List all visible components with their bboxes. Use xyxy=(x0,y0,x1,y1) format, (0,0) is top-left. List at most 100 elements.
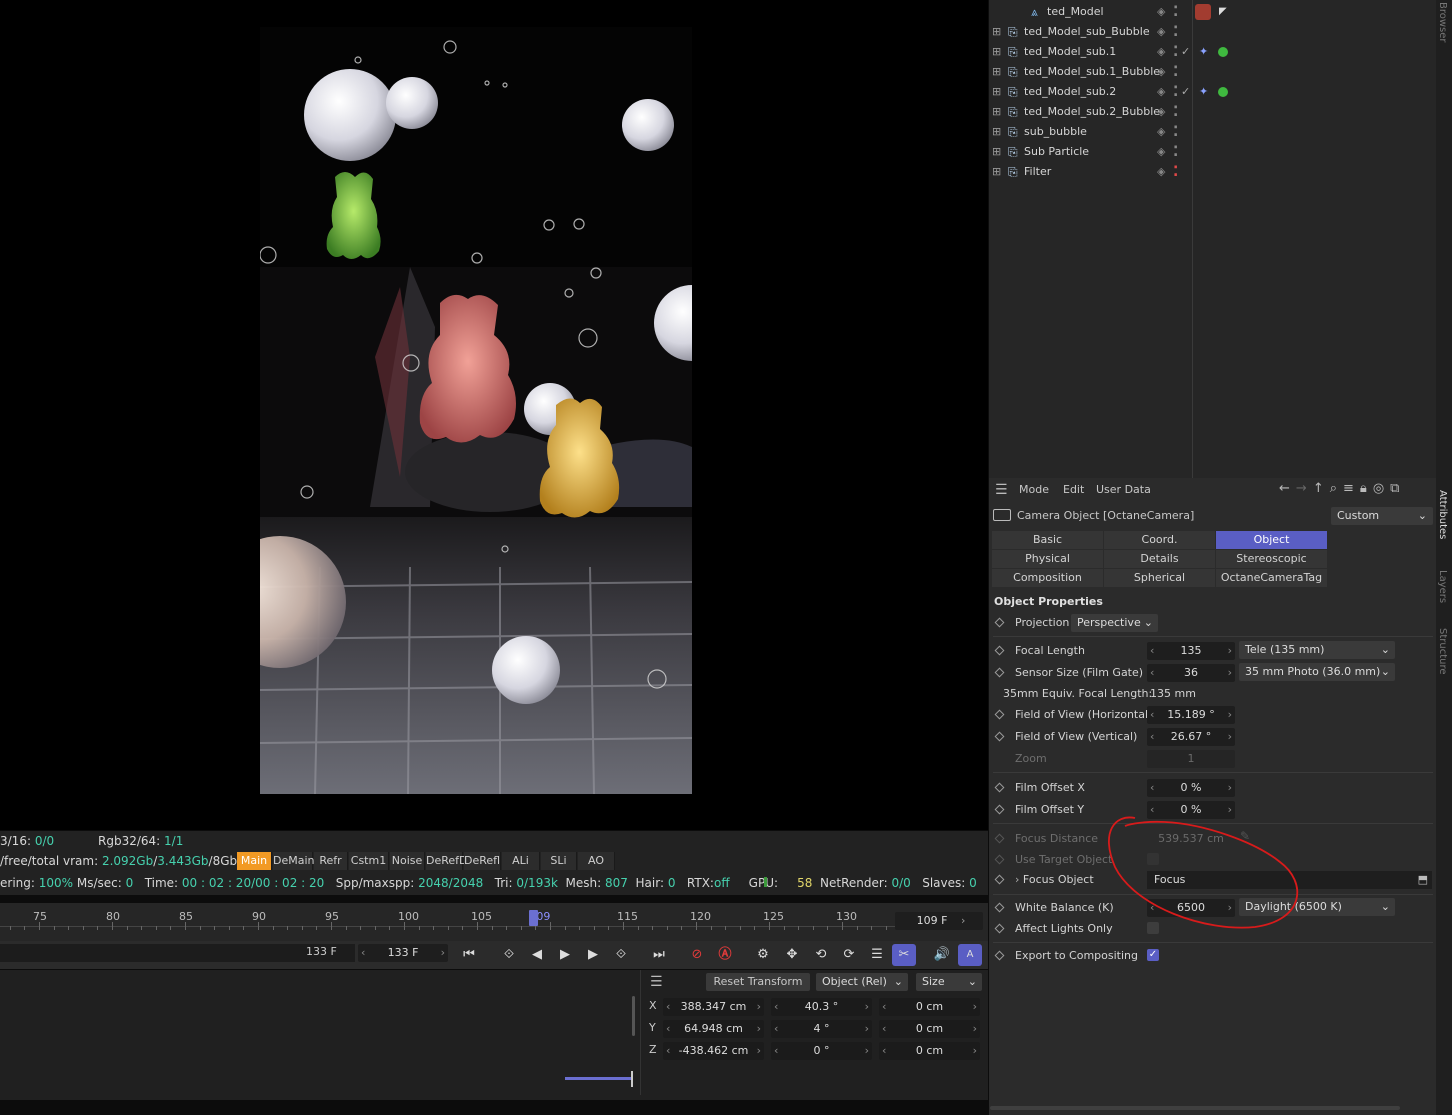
decrement-arrow[interactable]: ‹ xyxy=(771,998,778,1016)
sensor-size-field[interactable]: ‹ 36 › xyxy=(1147,664,1235,682)
visibility-dots-icon[interactable]: ⁚ xyxy=(1173,162,1178,182)
preview-range-bar[interactable] xyxy=(0,944,355,962)
visibility-dots-icon[interactable]: ⁚ xyxy=(1173,122,1178,142)
tab-octanecameratag[interactable]: OctaneCameraTag xyxy=(1216,569,1327,587)
decrement-arrow[interactable]: ‹ xyxy=(663,998,670,1016)
goto-start-button[interactable]: ⏮ xyxy=(457,944,481,966)
reset-transform-button[interactable]: Reset Transform xyxy=(706,973,810,991)
layer-icon[interactable]: ◈ xyxy=(1157,2,1165,22)
coord-scrollbar[interactable] xyxy=(632,996,635,1036)
channel-tab-demain[interactable]: DeMain xyxy=(273,852,315,870)
layer-icon[interactable]: ◈ xyxy=(1157,82,1165,102)
decrement-arrow[interactable]: ‹ xyxy=(771,1020,778,1038)
object-row[interactable]: ⊞ ⎘ ted_Model_sub.2_Bubble ◈ ⁚ xyxy=(990,102,1434,122)
channel-tab-main[interactable]: Main xyxy=(237,852,272,870)
fov-horizontal-field[interactable]: ‹ 15.189 ° › xyxy=(1147,706,1235,724)
object-row[interactable]: ⊞ ⎘ Sub Particle ◈ ⁚ xyxy=(990,142,1434,162)
forward-arrow-icon[interactable]: → xyxy=(1296,481,1313,496)
coord-size-dropdown[interactable]: Size ⌄ xyxy=(916,973,982,991)
channel-tab-refr[interactable]: Refr xyxy=(314,852,348,870)
tab-object[interactable]: Object xyxy=(1216,531,1327,549)
expand-icon[interactable]: ⊞ xyxy=(992,162,1001,182)
lock-icon[interactable]: 🔒︎ xyxy=(1360,481,1373,496)
object-row[interactable]: ⊞ ⎘ sub_bubble ◈ ⁚ xyxy=(990,122,1434,142)
key-scale-icon[interactable]: ⟳ xyxy=(837,944,861,966)
coord-size-field[interactable]: ‹ 0 cm › xyxy=(879,1020,980,1038)
flag-tag-icon[interactable]: ◤ xyxy=(1219,2,1227,22)
object-row[interactable]: ⊞ ⎘ Filter ◈ ⁚ xyxy=(990,162,1434,182)
tab-details[interactable]: Details xyxy=(1104,550,1215,568)
object-row[interactable]: ⊞ ⎘ ted_Model_sub.2 ◈ ⁚ ✓ ✦ xyxy=(990,82,1434,102)
tab-stereoscopic[interactable]: Stereoscopic xyxy=(1216,550,1327,568)
attributes-tab[interactable]: Attributes xyxy=(1437,490,1448,539)
channel-tab-derefd[interactable]: DeRefD xyxy=(426,852,468,870)
layer-icon[interactable]: ◈ xyxy=(1157,162,1165,182)
coord-pos-field[interactable]: ‹ 388.347 cm › xyxy=(663,998,764,1016)
increment-arrow[interactable]: › xyxy=(865,998,872,1016)
coord-size-field[interactable]: ‹ 0 cm › xyxy=(879,998,980,1016)
enabled-check-icon[interactable]: ✓ xyxy=(1181,42,1190,62)
expand-icon[interactable]: ⊞ xyxy=(992,142,1001,162)
visibility-dots-icon[interactable]: ⁚ xyxy=(1173,142,1178,162)
attr-menu-icon[interactable]: ☰ xyxy=(995,482,1008,498)
prev-frame-button[interactable]: ◀ xyxy=(525,944,549,966)
new-window-icon[interactable]: ⧉ xyxy=(1390,481,1405,496)
sensor-preset-dropdown[interactable]: 35 mm Photo (36.0 mm) ⌄ xyxy=(1239,663,1395,681)
expand-icon[interactable]: ⊞ xyxy=(992,82,1001,102)
increment-arrow[interactable]: › xyxy=(865,1042,872,1060)
key-settings-icon[interactable]: ⚙ xyxy=(751,944,775,966)
decrement-arrow[interactable]: ‹ xyxy=(879,1042,886,1060)
current-frame-field[interactable]: 109 F › xyxy=(895,912,983,930)
render-viewport[interactable] xyxy=(0,0,988,830)
key-pla-icon[interactable]: ✂ xyxy=(892,944,916,966)
expand-chevron-icon[interactable]: › xyxy=(1015,873,1019,886)
goto-end-button[interactable]: ⏭ xyxy=(647,944,671,966)
increment-arrow[interactable]: › xyxy=(757,1042,764,1060)
focal-preset-dropdown[interactable]: Tele (135 mm) ⌄ xyxy=(1239,641,1395,659)
fov-vertical-field[interactable]: ‹ 26.67 ° › xyxy=(1147,728,1235,746)
tab-basic[interactable]: Basic xyxy=(992,531,1103,549)
coord-slider-handle[interactable] xyxy=(631,1071,633,1087)
increment-arrow[interactable]: › xyxy=(973,998,980,1016)
key-param-icon[interactable]: ☰ xyxy=(865,944,889,966)
menu-user-data[interactable]: User Data xyxy=(1096,483,1151,496)
browser-tab[interactable]: Browser xyxy=(1437,2,1448,43)
coord-menu-icon[interactable]: ☰ xyxy=(650,974,663,990)
decrement-arrow[interactable]: ‹ xyxy=(879,998,886,1016)
tab-composition[interactable]: Composition xyxy=(992,569,1103,587)
tag-icon[interactable]: ✦ xyxy=(1199,82,1208,102)
channel-tab-ali[interactable]: ALi xyxy=(502,852,540,870)
object-row[interactable]: ⊞ ⎘ ted_Model_sub.1_Bubble ◈ ⁚ xyxy=(990,62,1434,82)
preset-dropdown[interactable]: Custom ⌄ xyxy=(1331,507,1433,525)
layer-icon[interactable]: ◈ xyxy=(1157,122,1165,142)
increment-arrow[interactable]: › xyxy=(973,1020,980,1038)
search-icon[interactable]: ⌕ xyxy=(1330,481,1343,496)
channel-tab-noise[interactable]: Noise xyxy=(390,852,425,870)
expand-icon[interactable]: ⊞ xyxy=(992,42,1001,62)
visibility-dots-icon[interactable]: ⁚ xyxy=(1173,42,1178,62)
next-frame-button[interactable]: ▶ xyxy=(581,944,605,966)
object-row[interactable]: ⊞ ⎘ ted_Model_sub_Bubble ◈ ⁚ xyxy=(990,22,1434,42)
material-tag-icon[interactable] xyxy=(1218,87,1228,97)
next-key-button[interactable]: ⟐ xyxy=(609,944,633,966)
menu-mode[interactable]: Mode xyxy=(1019,483,1049,496)
decrement-arrow[interactable]: ‹ xyxy=(663,1042,670,1060)
material-tag-icon[interactable] xyxy=(1195,4,1211,20)
coord-pos-field[interactable]: ‹ -438.462 cm › xyxy=(663,1042,764,1060)
decrement-arrow[interactable]: ‹ xyxy=(663,1020,670,1038)
key-rotation-icon[interactable]: ⟲ xyxy=(809,944,833,966)
playhead-marker[interactable] xyxy=(529,910,539,926)
expand-icon[interactable]: ⊞ xyxy=(992,22,1001,42)
projection-dropdown[interactable]: Perspective ⌄ xyxy=(1071,614,1158,632)
up-arrow-icon[interactable]: ↑ xyxy=(1313,481,1330,496)
visibility-dots-icon[interactable]: ⁚ xyxy=(1173,22,1178,42)
sound-icon[interactable]: 🔊 xyxy=(930,944,954,966)
expand-icon[interactable]: ⊞ xyxy=(992,122,1001,142)
coord-size-field[interactable]: ‹ 0 cm › xyxy=(879,1042,980,1060)
link-picker-icon[interactable]: ⬒ xyxy=(1418,871,1428,889)
attr-scrollbar[interactable] xyxy=(990,1106,1400,1110)
visibility-dots-icon[interactable]: ⁚ xyxy=(1173,62,1178,82)
autokey-icon[interactable]: Ⓐ xyxy=(713,944,737,966)
layers-tab[interactable]: Layers xyxy=(1437,570,1448,603)
tab-spherical[interactable]: Spherical xyxy=(1104,569,1215,587)
